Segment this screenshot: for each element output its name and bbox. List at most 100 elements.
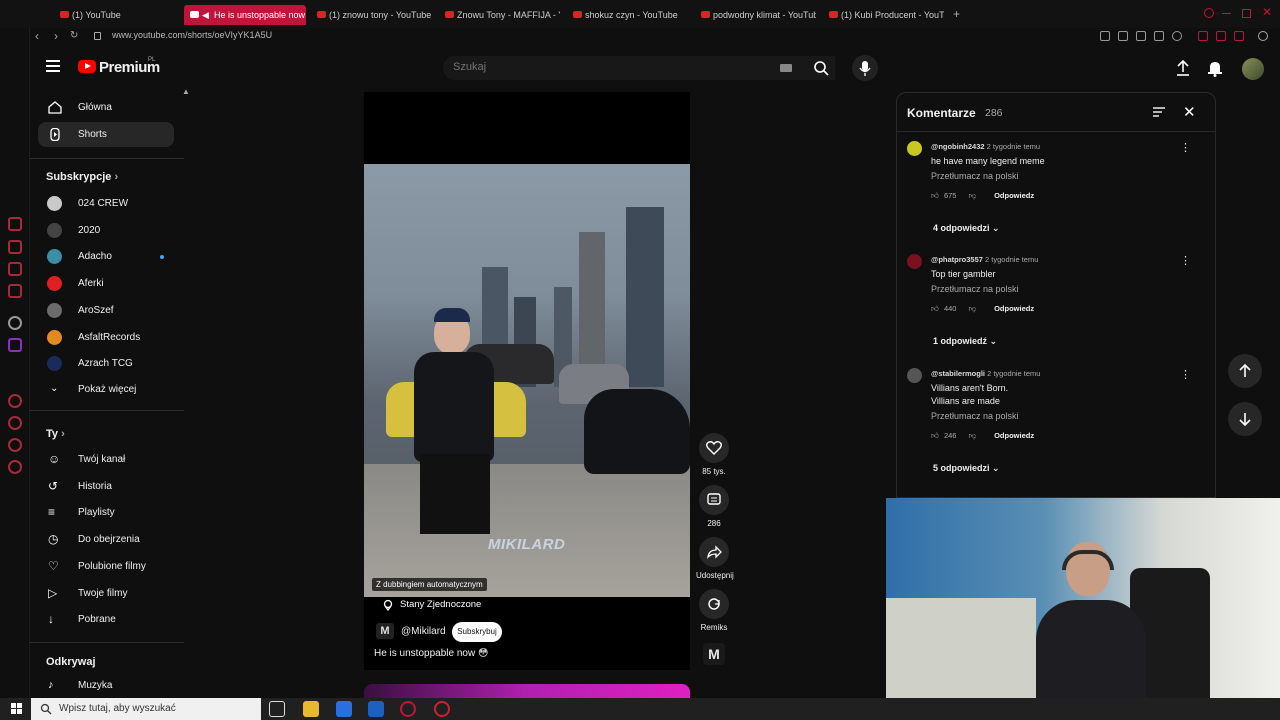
- nav-item-clock[interactable]: ◷ Do obejrzenia: [38, 527, 174, 552]
- nav-item-video[interactable]: ▷ Twoje filmy: [38, 581, 174, 606]
- nav-item-home[interactable]: Główna: [38, 95, 174, 120]
- maximize-icon[interactable]: [1242, 9, 1251, 18]
- translate-link[interactable]: Przetłumacz na polski: [931, 411, 1019, 421]
- view-replies-button[interactable]: 4 odpowiedzi ⌄: [933, 223, 1000, 234]
- nav-item-playlist[interactable]: ≡ Playlisty: [38, 500, 174, 525]
- commenter-avatar[interactable]: [907, 368, 922, 383]
- next-short-preview[interactable]: [364, 684, 690, 698]
- channel-name[interactable]: @Mikilard: [401, 626, 446, 637]
- comment-author[interactable]: @ngobinh2432 2 tygodnie temu: [931, 142, 1040, 151]
- pin-icon[interactable]: [1100, 31, 1110, 41]
- subscribe-button[interactable]: Subskrybuj: [452, 622, 502, 642]
- reload-icon[interactable]: ↻: [70, 30, 78, 41]
- view-replies-button[interactable]: 1 odpowiedź ⌄: [933, 336, 997, 347]
- tab-maffija[interactable]: Znowu Tony - MAFFIJA - Y: [445, 5, 560, 25]
- thumbs-down-icon[interactable]: 👎︎: [968, 191, 976, 200]
- nav-item-user[interactable]: ☺ Twój kanał: [38, 447, 174, 472]
- thumbs-up-icon[interactable]: 👍︎: [931, 191, 939, 200]
- reply-button[interactable]: Odpowiedz: [994, 191, 1034, 200]
- instagram-icon[interactable]: [8, 240, 22, 254]
- collapse-icon[interactable]: ▲: [182, 87, 190, 96]
- youtube-logo-icon[interactable]: [78, 60, 96, 73]
- share-button[interactable]: [699, 537, 729, 567]
- sound-action[interactable]: M: [696, 643, 732, 665]
- file-explorer-icon[interactable]: [303, 701, 319, 717]
- comments-action[interactable]: 286: [696, 485, 732, 528]
- upload-icon[interactable]: [1175, 59, 1191, 77]
- comment-more-icon[interactable]: ⋮: [1180, 254, 1191, 267]
- thumbs-down-icon[interactable]: 👎︎: [968, 304, 976, 313]
- minimize-icon[interactable]: [1222, 13, 1231, 14]
- close-window-icon[interactable]: ✕: [1262, 5, 1272, 19]
- nav-item-like[interactable]: ♡ Polubione filmy: [38, 554, 174, 579]
- new-tab-icon[interactable]: +: [953, 7, 960, 21]
- settings-sidebar-icon[interactable]: [8, 460, 22, 474]
- task-view-icon[interactable]: [269, 701, 285, 717]
- remix-button[interactable]: [699, 589, 729, 619]
- notifications-bell-icon[interactable]: [1207, 59, 1223, 77]
- history-sidebar-icon[interactable]: [8, 394, 22, 408]
- comment-more-icon[interactable]: ⋮: [1180, 368, 1191, 381]
- player-icon[interactable]: [8, 284, 22, 298]
- obs-taskbar-icon[interactable]: [434, 701, 450, 717]
- video-frame[interactable]: MIKILARD: [364, 164, 690, 597]
- view-replies-button[interactable]: 5 odpowiedzi ⌄: [933, 463, 1000, 474]
- tab-youtube[interactable]: (1) YouTube: [60, 5, 175, 25]
- comments-button[interactable]: [699, 485, 729, 515]
- sort-icon[interactable]: [1153, 107, 1165, 117]
- aria-ai-icon[interactable]: [1234, 31, 1244, 41]
- subscription-item[interactable]: Aferki: [38, 271, 174, 296]
- tab-znowu-tony[interactable]: (1) znowu tony - YouTube: [317, 5, 435, 25]
- share-action[interactable]: Udostępnij: [696, 537, 734, 580]
- messenger-icon[interactable]: [8, 217, 22, 231]
- next-short-button[interactable]: [1228, 402, 1262, 436]
- close-comments-icon[interactable]: ✕: [1183, 103, 1196, 121]
- translate-link[interactable]: Przetłumacz na polski: [931, 284, 1019, 294]
- like-action[interactable]: 85 tys.: [696, 433, 732, 476]
- url-text[interactable]: www.youtube.com/shorts/oeVIyYK1A5U: [112, 30, 272, 40]
- translate-link[interactable]: Przetłumacz na polski: [931, 171, 1019, 181]
- search-button[interactable]: [802, 56, 842, 80]
- snapshot-icon[interactable]: [1118, 31, 1128, 41]
- store-icon[interactable]: [368, 701, 384, 717]
- commenter-avatar[interactable]: [907, 141, 922, 156]
- subscriptions-title[interactable]: Subskrypcje ›: [46, 171, 118, 183]
- tab-podwodny[interactable]: podwodny klimat - YouTube: [701, 5, 816, 25]
- windows-start-icon[interactable]: [11, 703, 22, 714]
- download-toolbar-icon[interactable]: [1216, 31, 1226, 41]
- nav-item-history[interactable]: ↺ Historia: [38, 474, 174, 499]
- sound-source-button[interactable]: M: [703, 643, 725, 665]
- channel-avatar[interactable]: M: [376, 623, 394, 639]
- speaker-icon[interactable]: ◀: [202, 5, 209, 25]
- comment-author[interactable]: @stabilermogli 2 tygodnie temu: [931, 369, 1040, 378]
- tab-active-short[interactable]: ◀ He is unstoppable now: [184, 5, 306, 25]
- search-tabs-icon[interactable]: [1204, 8, 1214, 18]
- hamburger-menu-icon[interactable]: [46, 60, 60, 72]
- show-more-button[interactable]: ⌄ Pokaż więcej: [38, 377, 174, 402]
- calculator-icon[interactable]: [336, 701, 352, 717]
- back-icon[interactable]: ‹: [35, 29, 39, 43]
- vk-icon[interactable]: [8, 262, 22, 276]
- remix-action[interactable]: Remiks: [696, 589, 732, 632]
- nav-item-download[interactable]: ↓ Pobrane: [38, 607, 174, 632]
- subscription-item[interactable]: AsfaltRecords: [38, 325, 174, 350]
- comment-more-icon[interactable]: ⋮: [1180, 141, 1191, 154]
- reply-button[interactable]: Odpowiedz: [994, 304, 1034, 313]
- you-title[interactable]: Ty ›: [46, 428, 65, 440]
- thumbs-down-icon[interactable]: 👎︎: [968, 431, 976, 440]
- subscription-item[interactable]: 2020: [38, 218, 174, 243]
- menu-icon[interactable]: [1258, 31, 1268, 41]
- nav-item-shorts[interactable]: Shorts: [38, 122, 174, 147]
- nav-item-music[interactable]: ♪ Muzyka: [38, 673, 174, 698]
- subscription-item[interactable]: AroSzef: [38, 298, 174, 323]
- keyboard-icon[interactable]: [780, 64, 792, 72]
- opera-taskbar-icon[interactable]: [400, 701, 416, 717]
- short-video-player[interactable]: MIKILARD Z dubbingiem automatycznym Stan…: [364, 92, 690, 670]
- account-avatar[interactable]: [1242, 58, 1264, 80]
- heart-icon[interactable]: [1172, 31, 1182, 41]
- search-input[interactable]: [453, 61, 753, 73]
- forward-icon[interactable]: ›: [54, 29, 58, 43]
- voice-search-button[interactable]: [852, 55, 878, 81]
- bookmarks-sidebar-icon[interactable]: [8, 416, 22, 430]
- previous-short-button[interactable]: [1228, 354, 1262, 388]
